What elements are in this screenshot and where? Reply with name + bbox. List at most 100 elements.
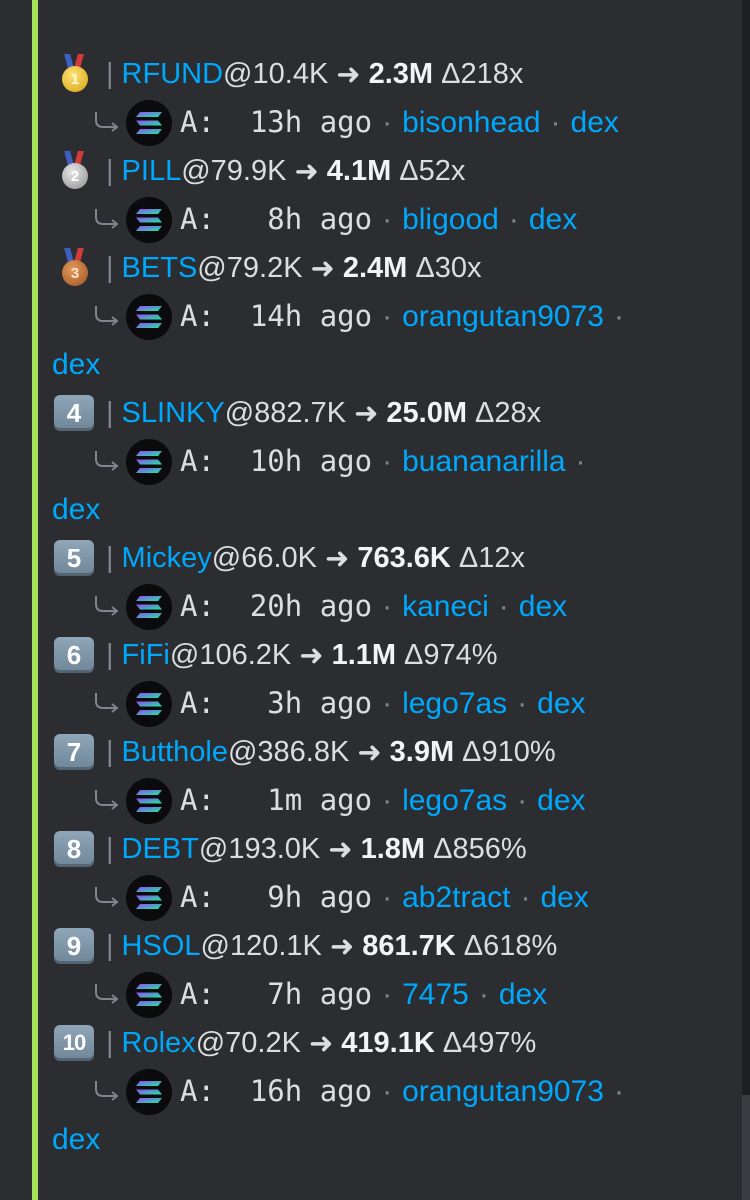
caller-link[interactable]: buananarilla <box>402 437 565 486</box>
caller-link[interactable]: kaneci <box>402 582 489 631</box>
caller-link[interactable]: orangutan9073 <box>402 292 604 341</box>
call-age: 1m <box>232 783 303 817</box>
dex-link[interactable]: dex <box>52 486 652 534</box>
dot-separator: · <box>382 978 393 1011</box>
token-ticker-link[interactable]: BETS <box>122 252 198 285</box>
caller-link[interactable]: bligood <box>402 195 499 244</box>
dex-link[interactable]: dex <box>52 341 652 389</box>
keycap-number-icon: 8 <box>54 831 94 867</box>
keycap-number-icon: 10 <box>54 1025 94 1061</box>
entry-market-cap: 386.8K <box>257 735 350 768</box>
dex-link[interactable]: dex <box>519 582 567 631</box>
separator: | <box>106 1026 114 1059</box>
dot-separator: · <box>382 1075 393 1108</box>
caller-link[interactable]: 7475 <box>402 970 469 1019</box>
at-sign: @ <box>200 929 230 962</box>
rank-badge: 9 <box>52 928 96 964</box>
peak-market-cap: 763.6K <box>357 541 451 574</box>
rank-badge: 2 <box>52 151 96 189</box>
delta-symbol: Δ <box>463 929 484 962</box>
caller-link[interactable]: orangutan9073 <box>402 1067 604 1116</box>
reply-arrow-icon <box>92 983 122 1006</box>
dex-link[interactable]: dex <box>537 776 585 825</box>
ago-label: ago <box>302 299 373 333</box>
agent-prefix: A: <box>180 299 233 333</box>
token-ticker-link[interactable]: RFUND <box>122 58 224 91</box>
agent-prefix: A: <box>180 1074 233 1108</box>
dot-separator: · <box>520 881 531 914</box>
arrow-icon: ➜ <box>329 930 355 963</box>
entry-market-cap: 120.1K <box>229 929 322 962</box>
scrollbar-track[interactable] <box>742 0 750 1200</box>
entry-summary-line: 8 | DEBT @ 193.0K ➜ 1.8M Δ 856% <box>52 825 692 873</box>
entry-detail-line: A: 13h ago · bisonhead · dex <box>52 98 692 147</box>
gain-value: 497% <box>462 1026 537 1059</box>
separator: | <box>106 638 114 671</box>
token-ticker-link[interactable]: FiFi <box>122 639 170 672</box>
peak-market-cap: 3.9M <box>389 735 455 768</box>
leaderboard-entry: 4 | SLINKY @ 882.7K ➜ 25.0M Δ 28x A: 10h ago · b… <box>52 389 692 534</box>
ago-label: ago <box>302 202 373 236</box>
peak-market-cap: 861.7K <box>362 929 456 962</box>
dex-link[interactable]: dex <box>499 970 547 1019</box>
keycap-number-icon: 9 <box>54 928 94 964</box>
caller-link[interactable]: lego7as <box>402 679 507 728</box>
entry-summary-line: 6 | FiFi @ 106.2K ➜ 1.1M Δ 974% <box>52 631 692 679</box>
leaderboard-entry: 10 | Rolex @ 70.2K ➜ 419.1K Δ 497% A: 16h ago ·… <box>52 1019 692 1164</box>
dot-separator: · <box>382 590 393 623</box>
caller-link[interactable]: bisonhead <box>402 98 540 147</box>
delta-symbol: Δ <box>441 57 461 90</box>
dex-link[interactable]: dex <box>529 195 577 244</box>
token-ticker-link[interactable]: SLINKY <box>122 397 225 430</box>
entry-summary-line: 3 | BETS @ 79.2K ➜ 2.4M Δ 30x <box>52 244 692 292</box>
caller-link[interactable]: lego7as <box>402 776 507 825</box>
entry-summary-line: 9 | HSOL @ 120.1K ➜ 861.7K Δ 618% <box>52 922 692 970</box>
leaderboard-entry: 7 | Butthole @ 386.8K ➜ 3.9M Δ 910% A: 1m ago ·… <box>52 728 692 825</box>
gold-medal-icon: 1 <box>57 54 91 94</box>
dex-link[interactable]: dex <box>52 1116 652 1164</box>
entry-detail-line: A: 16h ago · orangutan9073 · dex <box>52 1067 692 1164</box>
leaderboard-entry: 5 | Mickey @ 66.0K ➜ 763.6K Δ 12x A: 20h ago · k… <box>52 534 692 631</box>
gain-value: 910% <box>481 735 556 768</box>
separator: | <box>106 57 114 90</box>
call-age: 13h <box>232 105 303 139</box>
embed-accent-bar <box>32 0 38 1200</box>
at-sign: @ <box>227 735 258 768</box>
solana-logo-icon <box>126 99 172 146</box>
caller-link[interactable]: ab2tract <box>402 873 510 922</box>
token-ticker-link[interactable]: Mickey <box>122 542 212 575</box>
call-age: 7h <box>232 977 303 1011</box>
dex-link[interactable]: dex <box>540 873 588 922</box>
delta-symbol: Δ <box>458 541 479 574</box>
keycap-number-icon: 4 <box>54 395 94 431</box>
dex-link[interactable]: dex <box>571 98 619 147</box>
solana-logo-icon <box>126 196 172 243</box>
token-ticker-link[interactable]: PILL <box>122 155 182 188</box>
leaderboard-entry: 9 | HSOL @ 120.1K ➜ 861.7K Δ 618% A: 7h ago · 74… <box>52 922 692 1019</box>
token-ticker-link[interactable]: DEBT <box>122 833 199 866</box>
delta-symbol: Δ <box>433 832 453 865</box>
dot-separator: · <box>613 1075 624 1108</box>
dot-separator: · <box>498 590 509 623</box>
separator: | <box>106 735 114 768</box>
separator: | <box>106 541 114 574</box>
medal-number: 2 <box>62 163 88 189</box>
token-ticker-link[interactable]: HSOL <box>122 930 201 963</box>
gain-value: 618% <box>483 929 558 962</box>
keycap-number-icon: 6 <box>54 637 94 673</box>
entry-summary-line: 7 | Butthole @ 386.8K ➜ 3.9M Δ 910% <box>52 728 692 776</box>
ago-label: ago <box>302 977 373 1011</box>
call-age: 16h <box>232 1074 303 1108</box>
entry-detail-line: A: 20h ago · kaneci · dex <box>52 582 692 631</box>
entry-market-cap: 193.0K <box>228 832 321 865</box>
reply-arrow-icon <box>92 692 122 715</box>
reply-arrow-icon <box>92 208 122 231</box>
ago-label: ago <box>302 880 373 914</box>
dex-link[interactable]: dex <box>537 679 585 728</box>
entry-market-cap: 70.2K <box>225 1026 301 1059</box>
scrollbar-thumb[interactable] <box>742 1095 750 1200</box>
dot-separator: · <box>382 445 393 478</box>
token-ticker-link[interactable]: Butthole <box>122 736 228 769</box>
reply-arrow-icon <box>92 595 122 618</box>
token-ticker-link[interactable]: Rolex <box>122 1027 196 1060</box>
